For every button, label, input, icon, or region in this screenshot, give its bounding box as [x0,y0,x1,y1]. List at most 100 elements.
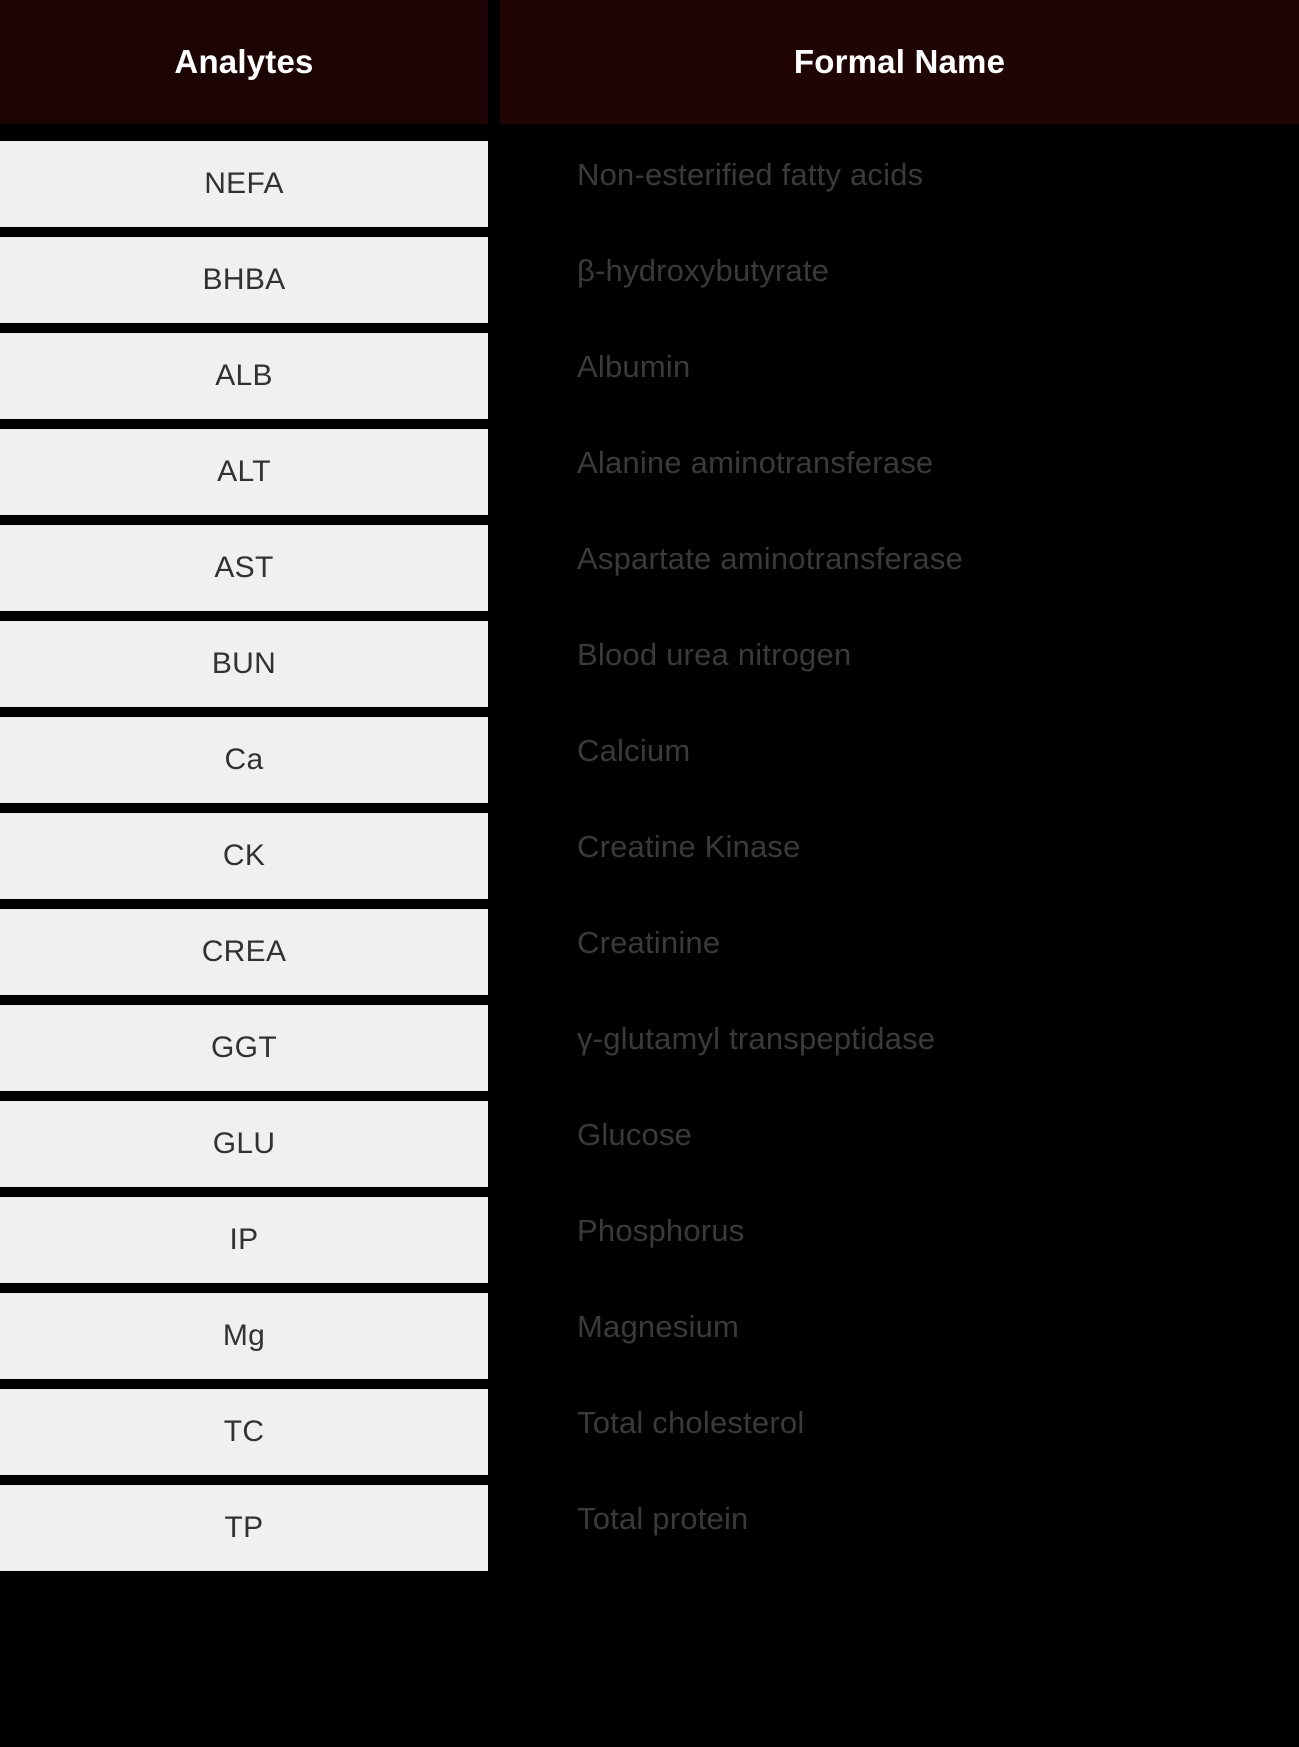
table-row: BUN Blood urea nitrogen [0,621,1299,717]
cell-formal-name: Total protein [500,1485,1299,1581]
analyte-label: TC [223,1415,265,1448]
column-divider [488,909,500,1005]
table-row: Ca Calcium [0,717,1299,813]
cell-formal-name: γ-glutamyl transpeptidase [500,1005,1299,1101]
analyte-label: CK [222,839,266,872]
column-divider [488,621,500,717]
row-separator [0,1379,488,1389]
analyte-label: IP [229,1223,259,1256]
column-divider [488,1005,500,1101]
analytes-table: Analytes Formal Name NEFA Non-esterified … [0,0,1299,1747]
row-separator [0,1475,488,1485]
analyte-label: BHBA [202,263,286,296]
cell-formal-name: Aspartate aminotransferase [500,525,1299,621]
column-header-formal-name-label: Formal Name [793,43,1006,80]
column-divider [488,1101,500,1197]
row-separator [0,419,488,429]
cell-analyte: TP [0,1485,488,1571]
cell-formal-name: Blood urea nitrogen [500,621,1299,717]
formal-name-label: β-hydroxybutyrate [577,253,830,288]
row-separator [0,1187,488,1197]
cell-formal-name: Calcium [500,717,1299,813]
column-divider [488,141,500,237]
formal-name-label: Glucose [577,1117,693,1152]
cell-analyte: GLU [0,1101,488,1187]
analyte-label: TP [224,1511,264,1544]
cell-formal-name: β-hydroxybutyrate [500,237,1299,333]
column-divider [488,1389,500,1485]
formal-name-label: Aspartate aminotransferase [577,541,964,576]
formal-name-label: Albumin [577,349,691,384]
column-divider [488,1293,500,1389]
analyte-label: AST [214,551,274,584]
formal-name-label: γ-glutamyl transpeptidase [577,1021,936,1056]
row-separator [0,227,488,237]
table-body: NEFA Non-esterified fatty acids BHBA β-hydr… [0,141,1299,1747]
table-row: Mg Magnesium [0,1293,1299,1389]
table-row: CREA Creatinine [0,909,1299,1005]
table-row: ALT Alanine aminotransferase [0,429,1299,525]
analyte-label: Ca [224,743,264,776]
column-header-formal-name: Formal Name [500,0,1299,124]
cell-analyte: CK [0,813,488,899]
cell-formal-name: Total cholesterol [500,1389,1299,1485]
column-divider [488,429,500,525]
column-divider [488,525,500,621]
cell-formal-name: Glucose [500,1101,1299,1197]
cell-analyte: NEFA [0,141,488,227]
row-separator [0,515,488,525]
formal-name-label: Non-esterified fatty acids [577,157,924,192]
formal-name-label: Creatinine [577,925,721,960]
cell-analyte: Mg [0,1293,488,1379]
row-separator [0,899,488,909]
row-separator [0,1283,488,1293]
table-row: IP Phosphorus [0,1197,1299,1293]
formal-name-label: Phosphorus [577,1213,745,1248]
table-header-row: Analytes Formal Name [0,0,1299,124]
cell-formal-name: Phosphorus [500,1197,1299,1293]
table-row: ALB Albumin [0,333,1299,429]
analyte-label: CREA [201,935,287,968]
table-row: GLU Glucose [0,1101,1299,1197]
cell-formal-name: Magnesium [500,1293,1299,1389]
column-header-analytes-label: Analytes [174,43,314,80]
analyte-label: ALB [215,359,273,392]
analyte-label: BUN [211,647,277,680]
column-divider [488,813,500,909]
table-row: TP Total protein [0,1485,1299,1581]
column-divider [488,333,500,429]
row-separator [0,1091,488,1101]
analyte-label: GLU [212,1127,276,1160]
table-row: NEFA Non-esterified fatty acids [0,141,1299,237]
analyte-label: NEFA [204,167,284,200]
formal-name-label: Blood urea nitrogen [577,637,852,672]
row-separator [0,803,488,813]
formal-name-label: Calcium [577,733,691,768]
formal-name-label: Alanine aminotransferase [577,445,934,480]
cell-formal-name: Alanine aminotransferase [500,429,1299,525]
column-divider [488,1485,500,1581]
analyte-label: GGT [211,1031,277,1064]
cell-analyte: ALT [0,429,488,515]
cell-formal-name: Creatinine [500,909,1299,1005]
cell-formal-name: Albumin [500,333,1299,429]
analyte-label: Mg [222,1319,266,1352]
cell-analyte: AST [0,525,488,611]
table-row: CK Creatine Kinase [0,813,1299,909]
row-separator [0,707,488,717]
formal-name-label: Total cholesterol [577,1405,805,1440]
column-header-analytes: Analytes [0,0,488,124]
table-row: BHBA β-hydroxybutyrate [0,237,1299,333]
cell-analyte: GGT [0,1005,488,1091]
column-divider [488,1197,500,1293]
formal-name-label: Total protein [577,1501,749,1536]
row-separator [0,323,488,333]
cell-analyte: CREA [0,909,488,995]
cell-formal-name: Non-esterified fatty acids [500,141,1299,237]
formal-name-label: Creatine Kinase [577,829,801,864]
header-bottom-rule [0,124,1299,141]
table-row: GGT γ-glutamyl transpeptidase [0,1005,1299,1101]
analyte-label: ALT [217,455,271,488]
cell-analyte: ALB [0,333,488,419]
cell-analyte: Ca [0,717,488,803]
